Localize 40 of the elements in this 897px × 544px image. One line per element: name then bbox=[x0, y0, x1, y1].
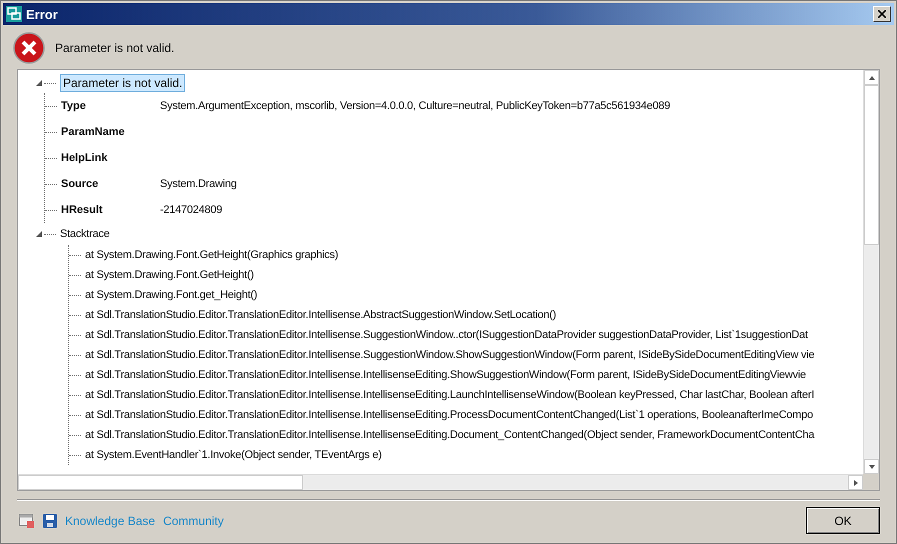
stack-frame: at System.Drawing.Font.GetHeight() bbox=[85, 269, 254, 281]
scroll-right-icon bbox=[852, 478, 860, 486]
property-value: -2147024809 bbox=[160, 204, 222, 216]
property-value: System.Drawing bbox=[160, 178, 237, 190]
app-icon bbox=[6, 6, 22, 22]
stack-frame: at Sdl.TranslationStudio.Editor.TranslationEditor.Intellisense.IntellisenseEditing.LaunchIntellisenseWindow(Boolean keyPressed, Char lastChar, Boolean afterI bbox=[85, 389, 814, 401]
horizontal-scrollbar[interactable] bbox=[18, 474, 863, 490]
expander-icon[interactable] bbox=[36, 231, 42, 237]
error-message: Parameter is not valid. bbox=[55, 41, 174, 55]
property-name: Type bbox=[61, 100, 87, 112]
stack-frame: at Sdl.TranslationStudio.Editor.TranslationEditor.Intellisense.IntellisenseEditing.Document_ContentChanged(Object sender, FrameworkDocumentContentCha bbox=[85, 429, 814, 441]
scrollbar-corner bbox=[863, 474, 879, 490]
save-icon[interactable] bbox=[43, 514, 57, 528]
stack-frame: at Sdl.TranslationStudio.Editor.TranslationEditor.Intellisense.IntellisenseEditing.ShowSuggestionWindow(Form parent, ISideBySideDocumentEditingViewvie bbox=[85, 369, 806, 381]
tree-node[interactable]: Stacktrace bbox=[60, 228, 110, 240]
stack-frame: at System.EventHandler`1.Invoke(Object sender, TEventArgs e) bbox=[85, 449, 382, 461]
scroll-thumb[interactable] bbox=[864, 85, 879, 245]
stack-frame: at Sdl.TranslationStudio.Editor.TranslationEditor.Intellisense.AbstractSuggestionWindow.SetLocation() bbox=[85, 309, 556, 321]
stack-frame: at Sdl.TranslationStudio.Editor.TranslationEditor.Intellisense.IntellisenseEditing.ProcessDocumentContentChanged(List`1 operations, BooleanafterImeCompo bbox=[85, 409, 813, 421]
close-icon bbox=[878, 10, 886, 18]
window-error-icon[interactable] bbox=[19, 514, 35, 528]
property-value: System.ArgumentException, mscorlib, Version=4.0.0.0, Culture=neutral, PublicKeyToken=b77a5c561934e089 bbox=[160, 100, 670, 112]
close-button[interactable] bbox=[873, 6, 891, 22]
tree-node[interactable]: Parameter is not valid. bbox=[60, 74, 186, 92]
stack-frame: at System.Drawing.Font.get_Height() bbox=[85, 289, 258, 301]
error-icon bbox=[13, 32, 45, 64]
stack-frame: at Sdl.TranslationStudio.Editor.TranslationEditor.Intellisense.SuggestionWindow.ShowSuggestionWindow(Form parent, ISideBySideDocumentEditingView vie bbox=[85, 349, 814, 361]
expander-icon[interactable] bbox=[36, 80, 42, 86]
scroll-up-icon bbox=[868, 74, 876, 82]
stack-frame: at System.Drawing.Font.GetHeight(Graphics graphics) bbox=[85, 249, 338, 261]
property-name: Source bbox=[61, 178, 100, 190]
property-name: HelpLink bbox=[61, 152, 108, 164]
window-title: Error bbox=[26, 6, 59, 22]
property-name: HResult bbox=[61, 204, 104, 216]
ok-button[interactable]: OK bbox=[806, 507, 880, 534]
property-name: ParamName bbox=[61, 126, 126, 138]
vertical-scrollbar[interactable] bbox=[863, 70, 879, 474]
scroll-down-icon bbox=[868, 462, 876, 470]
scroll-thumb[interactable] bbox=[18, 475, 303, 490]
stack-frame: at Sdl.TranslationStudio.Editor.TranslationEditor.Intellisense.SuggestionWindow..ctor(ISuggestionDataProvider suggestionDataProvider, List`1suggestionDat bbox=[85, 329, 808, 341]
